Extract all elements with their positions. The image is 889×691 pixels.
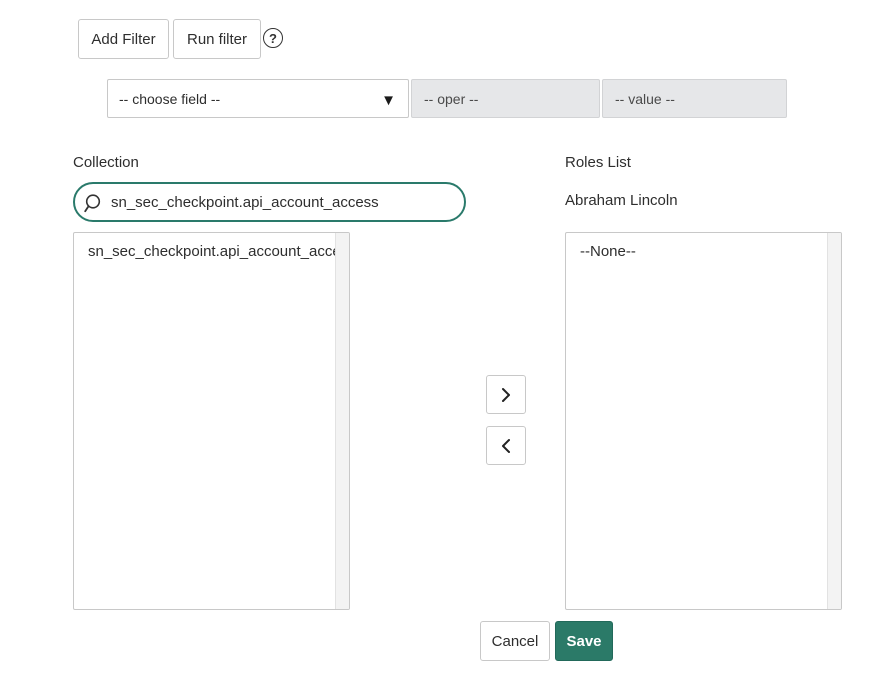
add-filter-button[interactable]: Add Filter <box>78 19 169 59</box>
roles-list-label: Roles List <box>565 154 631 171</box>
roles-list-item[interactable]: --None-- <box>580 243 636 260</box>
collection-search-value: sn_sec_checkpoint.api_account_access <box>111 193 379 211</box>
roles-scrollbar[interactable] <box>827 233 841 609</box>
search-icon <box>84 194 101 213</box>
choose-field-value: -- choose field -- <box>119 90 221 107</box>
collection-label: Collection <box>73 154 139 171</box>
value-field: -- value -- <box>602 79 787 118</box>
chevron-right-icon <box>502 387 510 402</box>
cancel-button[interactable]: Cancel <box>480 621 550 661</box>
collection-search-input[interactable]: sn_sec_checkpoint.api_account_access <box>73 182 466 222</box>
collection-list-item[interactable]: sn_sec_checkpoint.api_account_access <box>88 243 335 260</box>
choose-field-select[interactable]: -- choose field -- ▼ <box>107 79 409 118</box>
roles-list[interactable]: --None-- <box>565 232 842 610</box>
collection-scrollbar[interactable] <box>335 233 349 609</box>
remove-from-roles-button[interactable] <box>486 426 526 465</box>
save-button[interactable]: Save <box>555 621 613 661</box>
chevron-left-icon <box>502 438 510 453</box>
operator-select: -- oper -- <box>411 79 600 118</box>
help-icon[interactable]: ? <box>263 28 283 48</box>
add-to-roles-button[interactable] <box>486 375 526 414</box>
dropdown-arrow-icon: ▼ <box>381 92 396 109</box>
run-filter-button[interactable]: Run filter <box>173 19 261 59</box>
roles-user-name: Abraham Lincoln <box>565 192 678 209</box>
collection-list[interactable]: sn_sec_checkpoint.api_account_access <box>73 232 350 610</box>
